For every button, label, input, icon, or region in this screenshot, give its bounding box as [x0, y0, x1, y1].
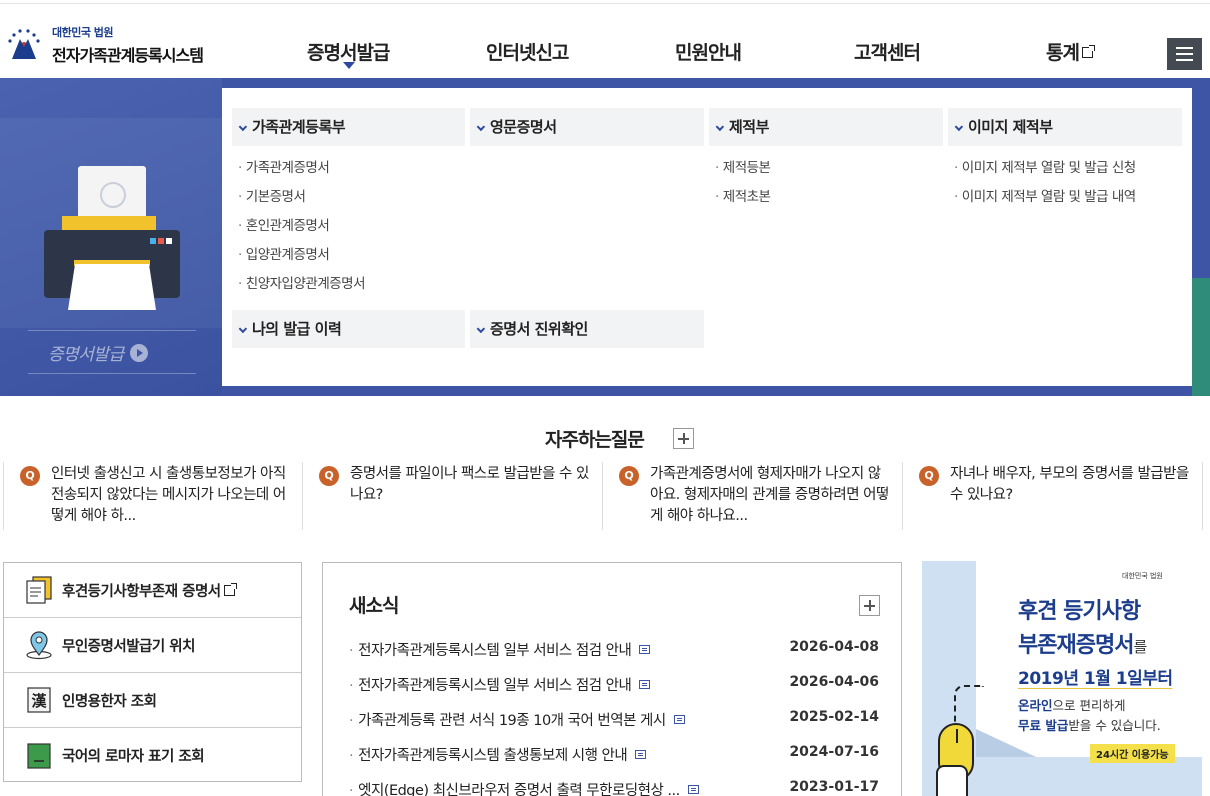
location-pin-icon — [26, 631, 52, 660]
news-item[interactable]: 가족관계등록 관련 서식 19종 10개 국어 번역본 게시 2025-02-1… — [349, 709, 879, 731]
menu-family-relation-cert[interactable]: 가족관계증명서 — [238, 156, 330, 176]
faq-item[interactable]: Q 인터넷 출생신고 시 출생통보정보가 아직 전송되지 않았다는 메시지가 나… — [3, 462, 303, 530]
site-header: 대한민국 법원 전자가족관계등록시스템 증명서발급 인터넷신고 민원안내 고객센… — [0, 4, 1210, 78]
banner-logo: 대한민국 법원 — [1122, 572, 1163, 580]
mega-menu-panel: 가족관계등록부 영문증명서 제적부 이미지 제적부 가족관계증명서 기본증명서 … — [222, 88, 1192, 386]
document-icon — [26, 576, 52, 604]
news-item[interactable]: 엣지(Edge) 최신브라우저 증명서 출력 무한로딩현상 ... 2023-0… — [349, 779, 879, 796]
hamburger-menu-button[interactable] — [1167, 38, 1202, 70]
category-english-certificate[interactable]: 영문증명서 — [470, 108, 704, 146]
news-item[interactable]: 전자가족관계등록시스템 일부 서비스 점검 안내 2026-04-06 — [349, 674, 879, 696]
document-icon — [639, 680, 651, 689]
availability-badge: 24시간 이용가능 — [1090, 744, 1175, 763]
mega-menu: 증명서발급 가족관계등록부 영문증명서 제적부 이미지 제적부 가족관계증명서 … — [0, 78, 1210, 396]
news-item[interactable]: 전자가족관계등록시스템 출생통보제 시행 안내 2024-07-16 — [349, 744, 879, 766]
faq-title: 자주하는질문 — [545, 429, 645, 451]
main-nav: 증명서발급 인터넷신고 민원안내 고객센터 통계 — [0, 38, 1210, 69]
nav-statistics-label: 통계 — [1046, 42, 1080, 64]
menu-basic-cert[interactable]: 기본증명서 — [238, 185, 306, 205]
nav-customer-center[interactable]: 고객센터 — [854, 38, 921, 65]
question-icon: Q — [20, 466, 40, 486]
news-item[interactable]: 전자가족관계등록시스템 일부 서비스 점검 안내 2026-04-08 — [349, 639, 879, 661]
mega-menu-visual: 증명서발급 — [0, 78, 222, 396]
nav-certificate-issue[interactable]: 증명서발급 — [307, 38, 390, 65]
faq-item[interactable]: Q 자녀나 배우자, 부모의 증명서를 발급받을 수 있나요? — [903, 462, 1203, 530]
guardianship-promo-banner[interactable]: 대한민국 법원 후견 등기사항 부존재증명서를 2019년 1월 1일부터 온라… — [922, 561, 1202, 796]
background-decoration — [1192, 278, 1210, 396]
faq-item[interactable]: Q 가족관계증명서에 형제자매가 나오지 않아요. 형제자매의 관계를 증명하려… — [603, 462, 903, 530]
category-family-registry[interactable]: 가족관계등록부 — [232, 108, 465, 146]
menu-full-adoption-cert[interactable]: 친양자입양관계증명서 — [238, 272, 366, 292]
category-removed-registry[interactable]: 제적부 — [709, 108, 943, 146]
document-icon — [639, 645, 651, 654]
document-icon — [673, 715, 685, 724]
faq-item[interactable]: Q 증명서를 파일이나 팩스로 발급받을 수 있나요? — [303, 462, 603, 530]
external-link-icon — [1081, 45, 1095, 58]
play-icon — [129, 343, 148, 362]
document-icon — [635, 750, 647, 759]
nav-internet-report[interactable]: 인터넷신고 — [486, 38, 569, 65]
news-title: 새소식 — [349, 595, 399, 617]
bullet-icon — [476, 324, 486, 334]
category-certificate-verify[interactable]: 증명서 진위확인 — [470, 310, 704, 348]
bullet-icon — [476, 122, 486, 132]
quick-hanja-lookup[interactable]: 漢 인명용한자 조회 — [4, 673, 301, 728]
question-icon: Q — [619, 466, 639, 486]
hand-icon — [936, 765, 968, 796]
quick-links: 후견등기사항부존재 증명서 무인증명서발급기 위치 漢 인명용한자 조회 국어의… — [3, 562, 302, 782]
bullet-icon — [954, 122, 964, 132]
nav-civil-guide[interactable]: 민원안내 — [675, 38, 742, 65]
book-icon — [27, 742, 51, 769]
menu-marriage-cert[interactable]: 혼인관계증명서 — [238, 214, 330, 234]
svg-text:漢: 漢 — [31, 692, 47, 710]
nav-statistics[interactable]: 통계 — [1046, 38, 1095, 65]
question-icon: Q — [319, 466, 339, 486]
bullet-icon — [715, 122, 725, 132]
quick-kiosk-location[interactable]: 무인증명서발급기 위치 — [4, 618, 301, 673]
faq-more-button[interactable] — [673, 428, 694, 449]
category-image-removed-registry[interactable]: 이미지 제적부 — [948, 108, 1182, 146]
news-section: 새소식 전자가족관계등록시스템 일부 서비스 점검 안내 2026-04-08 … — [322, 562, 902, 796]
hamburger-icon — [1176, 47, 1193, 49]
category-my-issue-history[interactable]: 나의 발급 이력 — [232, 310, 465, 348]
quick-romanization-lookup[interactable]: 국어의 로마자 표기 조회 — [4, 728, 301, 783]
menu-image-registry-history[interactable]: 이미지 제적부 열람 및 발급 내역 — [954, 185, 1136, 205]
mega-menu-side-title[interactable]: 증명서발급 — [48, 340, 148, 365]
question-icon: Q — [919, 466, 939, 486]
document-icon — [687, 785, 699, 794]
bullet-icon — [238, 324, 248, 334]
hanja-book-icon: 漢 — [27, 687, 51, 713]
menu-removed-abstract[interactable]: 제적초본 — [715, 185, 771, 205]
menu-removed-full-copy[interactable]: 제적등본 — [715, 156, 771, 176]
external-link-icon — [223, 582, 237, 596]
menu-adoption-cert[interactable]: 입양관계증명서 — [238, 243, 330, 263]
menu-image-registry-request[interactable]: 이미지 제적부 열람 및 발급 신청 — [954, 156, 1136, 176]
quick-guardianship-cert[interactable]: 후견등기사항부존재 증명서 — [4, 563, 301, 618]
news-more-button[interactable] — [859, 595, 880, 616]
bullet-icon — [238, 122, 248, 132]
